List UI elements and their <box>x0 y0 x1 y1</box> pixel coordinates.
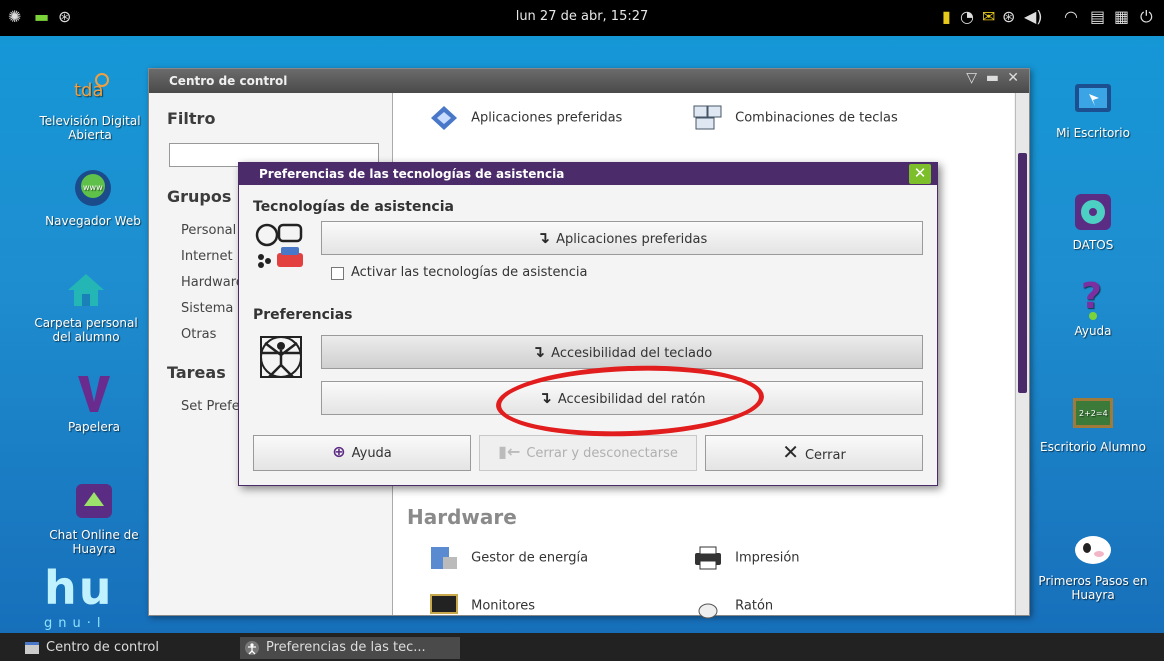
home-folder-icon <box>68 274 104 306</box>
group-item[interactable]: Personal <box>181 223 236 238</box>
dialog-title: Preferencias de las tecnologías de asist… <box>259 167 565 181</box>
logout-icon: ▮← <box>498 442 521 461</box>
notification-icon[interactable]: ◔ <box>960 8 974 26</box>
volume-icon[interactable]: ◀) <box>1024 8 1043 26</box>
huayra-logo-sub: gnu·l <box>44 616 107 631</box>
section-preferences-heading: Preferencias <box>253 307 353 323</box>
chalkboard-icon: 2+2=4 <box>1073 398 1113 428</box>
power-icon[interactable]: ⏻ <box>1140 8 1153 26</box>
desktop-icon-my-desktop[interactable]: Mi Escritorio <box>1028 78 1158 140</box>
desktop-icon-chat[interactable]: Chat Online de Huayra <box>38 480 150 556</box>
lifebuoy-icon: ⊕ <box>332 442 346 461</box>
desktop-icon-student-desktop[interactable]: 2+2=4 Escritorio Alumno <box>1022 392 1164 454</box>
taskbar: Centro de control Preferencias de las te… <box>0 633 1164 661</box>
groups-label: Grupos <box>167 187 232 206</box>
keyboard-shortcut-icon <box>693 105 722 130</box>
desktop-icon-help[interactable]: ? Ayuda <box>1028 276 1158 338</box>
screen-icon[interactable]: ▦ <box>1114 8 1129 26</box>
preferred-apps-icon <box>431 106 457 130</box>
close-icon[interactable]: ✕ <box>1007 70 1019 86</box>
svg-text:?: ? <box>1081 276 1102 317</box>
window-title: Centro de control <box>169 74 288 88</box>
desktop-icon-home[interactable]: Carpeta personal del alumno <box>24 268 148 344</box>
svg-text:tda: tda <box>74 80 104 101</box>
filter-label: Filtro <box>167 109 216 128</box>
group-item[interactable]: Internet <box>181 249 233 264</box>
dialog-titlebar[interactable]: Preferencias de las tecnologías de asist… <box>239 163 937 185</box>
group-item[interactable]: Hardware <box>181 275 244 290</box>
group-item[interactable]: Otras <box>181 327 216 342</box>
printer-icon <box>695 546 721 570</box>
vitruvian-man-icon <box>260 336 302 378</box>
trash-icon <box>78 376 110 412</box>
minimize-icon[interactable]: ▽ <box>966 70 977 86</box>
arrow-icon: ↴ <box>531 342 546 361</box>
cow-icon <box>1075 536 1111 564</box>
arrow-icon: ↴ <box>536 228 551 247</box>
disk-icon <box>1075 194 1111 230</box>
desktop-icon-browser[interactable]: www Navegador Web <box>38 166 148 228</box>
top-panel: ✺ ▬ ⊛ lun 27 de abr, 15:27 ▮ ◔ ✉ ⊛ ◀) ◠ … <box>0 0 1164 36</box>
browser-icon: www <box>75 170 111 206</box>
svg-text:2+2=4: 2+2=4 <box>1079 409 1108 418</box>
desktop-icon-first-steps[interactable]: Primeros Pasos en Huayra <box>1022 526 1164 602</box>
task-control-center[interactable]: Centro de control <box>20 637 230 659</box>
activate-assistive-label[interactable]: Activar las tecnologías de asistencia <box>351 265 587 280</box>
help-icon: ? <box>1081 276 1102 320</box>
maximize-icon[interactable]: ▬ <box>986 70 999 86</box>
monitor-settings-icon <box>430 594 458 614</box>
monitor-icon <box>1075 84 1111 112</box>
scrollbar[interactable] <box>1015 93 1029 615</box>
assistive-tech-icon <box>255 223 303 268</box>
accessibility-tray-icon[interactable]: ⊛ <box>1002 8 1015 26</box>
chat-icon <box>76 484 112 518</box>
dialog-close-icon[interactable]: ✕ <box>909 164 931 184</box>
mail-icon[interactable]: ✉ <box>982 8 995 26</box>
cc-item-preferred-apps[interactable]: Aplicaciones preferidas <box>429 105 622 131</box>
control-center-titlebar[interactable]: Centro de control ▽ ▬ ✕ <box>149 69 1029 93</box>
keyboard-accessibility-button[interactable]: ↴ Accesibilidad del teclado <box>321 335 923 369</box>
close-x-icon: ✕ <box>782 440 799 464</box>
activate-assistive-checkbox[interactable] <box>331 267 344 280</box>
desktop-icon-tda[interactable]: tda Televisión Digital Abierta <box>30 66 150 142</box>
close-button[interactable]: ✕ Cerrar <box>705 435 923 471</box>
tasks-label: Tareas <box>167 363 226 382</box>
cc-item-printing[interactable]: Impresión <box>693 545 800 571</box>
assistive-tech-dialog: Preferencias de las tecnologías de asist… <box>238 162 938 486</box>
clipboard-icon[interactable]: ▤ <box>1090 8 1105 26</box>
desktop: tda Televisión Digital Abierta www Naveg… <box>0 36 1164 633</box>
svg-text:www: www <box>83 183 103 192</box>
mouse-icon <box>698 603 718 619</box>
cc-item-monitors[interactable]: Monitores <box>429 593 535 619</box>
power-manager-icon <box>431 547 457 569</box>
help-button[interactable]: ⊕ Ayuda <box>253 435 471 471</box>
huayra-logo: hu <box>44 561 114 615</box>
cc-item-mouse[interactable]: Ratón <box>693 593 773 619</box>
accessibility-icon <box>245 641 259 655</box>
battery-icon[interactable]: ▮ <box>942 8 951 26</box>
tda-icon: tda <box>74 73 109 101</box>
scrollbar-thumb[interactable] <box>1018 153 1027 393</box>
window-icon <box>25 642 39 654</box>
cc-item-key-combos[interactable]: Combinaciones de teclas <box>693 105 898 131</box>
desktop-icon-datos[interactable]: DATOS <box>1028 190 1158 252</box>
wifi-icon[interactable]: ◠ <box>1064 8 1078 26</box>
cc-item-power-manager[interactable]: Gestor de energía <box>429 545 588 571</box>
section-assistive-heading: Tecnologías de asistencia <box>253 199 454 215</box>
hardware-heading: Hardware <box>407 505 517 529</box>
group-item[interactable]: Sistema <box>181 301 233 316</box>
desktop-icon-trash[interactable]: Papelera <box>44 372 144 434</box>
preferred-apps-button[interactable]: ↴ Aplicaciones preferidas <box>321 221 923 255</box>
task-assistive-prefs[interactable]: Preferencias de las tec... <box>240 637 460 659</box>
logout-button[interactable]: ▮← Cerrar y desconectarse <box>479 435 697 471</box>
